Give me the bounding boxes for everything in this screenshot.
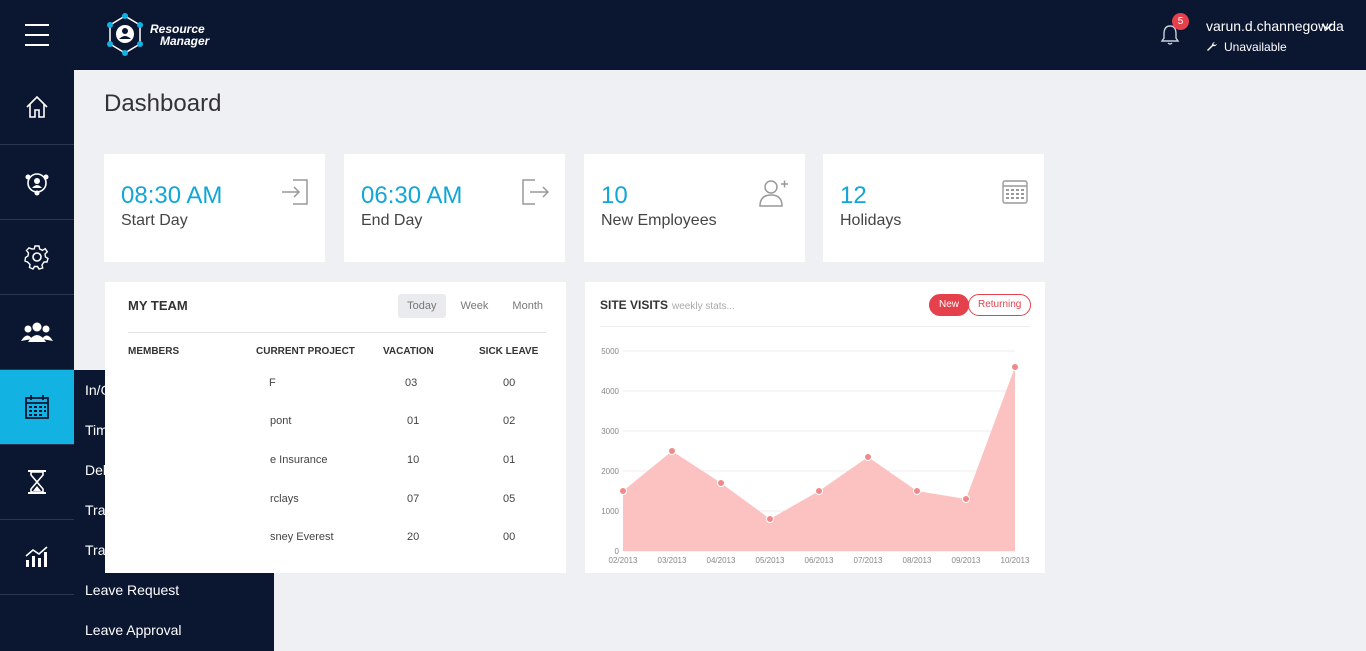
data-point xyxy=(864,453,872,461)
data-point xyxy=(1011,363,1019,371)
cell-project: sney Everest xyxy=(270,531,334,543)
cell-project: pont xyxy=(270,415,292,427)
column-header-vacation: VACATION xyxy=(383,346,434,357)
y-tick-label: 3000 xyxy=(601,427,619,436)
sidebar-item-analytics[interactable] xyxy=(0,520,74,595)
stat-card-end-day: 06:30 AM End Day xyxy=(344,154,565,262)
notification-count-badge: 5 xyxy=(1172,13,1189,30)
x-tick-label: 08/2013 xyxy=(903,556,932,565)
data-point xyxy=(766,515,774,523)
calendar-icon xyxy=(25,395,49,419)
y-tick-label: 4000 xyxy=(601,387,619,396)
hourglass-icon xyxy=(28,470,46,494)
data-point xyxy=(913,487,921,495)
team-title: MY TEAM xyxy=(128,298,188,313)
cell-vacation: 01 xyxy=(407,415,420,427)
stat-card-start-day: 08:30 AM Start Day xyxy=(104,154,325,262)
people-group-icon xyxy=(21,322,53,342)
wrench-icon xyxy=(1207,42,1217,51)
add-user-icon xyxy=(759,180,788,207)
app-logo[interactable]: Resource Manager xyxy=(104,12,209,58)
data-point xyxy=(815,487,823,495)
logo-line-2: Manager xyxy=(160,34,210,48)
calendar-icon xyxy=(1002,180,1028,204)
cell-project: rclays xyxy=(270,493,299,505)
cell-sick: 02 xyxy=(503,415,516,427)
cell-vacation: 10 xyxy=(407,454,420,466)
tab-today[interactable]: Today xyxy=(398,294,446,318)
cell-sick: 00 xyxy=(503,377,516,389)
data-point xyxy=(717,479,725,487)
y-tick-label: 2000 xyxy=(601,467,619,476)
data-point xyxy=(962,495,970,503)
hamburger-menu-icon[interactable] xyxy=(0,0,74,70)
stat-card-holidays: 12 Holidays xyxy=(823,154,1044,262)
stat-label: End Day xyxy=(361,212,423,229)
logo-text: Resource Manager xyxy=(150,23,209,47)
cell-project: F xyxy=(269,377,276,389)
cell-project: e Insurance xyxy=(270,454,328,466)
x-tick-label: 06/2013 xyxy=(805,556,834,565)
stat-value: 08:30 AM xyxy=(121,182,223,209)
team-tabs: Today Week Month xyxy=(398,294,552,318)
stat-value: 12 xyxy=(840,182,867,209)
home-icon xyxy=(26,95,48,118)
cell-sick: 05 xyxy=(503,493,516,505)
sidebar-item-settings[interactable] xyxy=(0,220,74,295)
sidebar-item-hourglass[interactable] xyxy=(0,445,74,520)
resource-network-icon xyxy=(107,13,143,56)
stat-label: New Employees xyxy=(601,212,717,229)
series-area xyxy=(623,367,1015,551)
page-title: Dashboard xyxy=(104,90,222,117)
tab-week[interactable]: Week xyxy=(452,294,498,318)
user-status: Unavailable xyxy=(1206,40,1287,54)
flyout-item-leave-request[interactable]: Leave Request xyxy=(74,570,274,610)
stat-label: Holidays xyxy=(840,212,902,229)
site-visits-chart: 0 1000 2000 3000 4000 5000 02/2013 03/2013 04/20… xyxy=(601,347,1030,565)
sidebar-item-calendar[interactable] xyxy=(0,370,74,445)
gear-icon xyxy=(24,245,49,270)
x-tick-label: 07/2013 xyxy=(854,556,883,565)
x-tick-label: 02/2013 xyxy=(609,556,638,565)
cell-sick: 00 xyxy=(503,531,516,543)
sidebar-item-team-network[interactable] xyxy=(0,145,74,220)
y-tick-label: 5000 xyxy=(601,347,619,356)
my-team-panel: MY TEAM Today Week Month MEMBERS CURRENT… xyxy=(105,282,566,573)
stat-value: 06:30 AM xyxy=(361,182,463,209)
x-tick-label: 05/2013 xyxy=(756,556,785,565)
sign-out-icon xyxy=(522,179,549,205)
stat-value: 10 xyxy=(601,182,628,209)
x-tick-label: 10/2013 xyxy=(1001,556,1030,565)
data-point xyxy=(668,447,676,455)
x-tick-label: 03/2013 xyxy=(658,556,687,565)
stat-card-new-employees: 10 New Employees xyxy=(584,154,805,262)
team-network-icon xyxy=(25,173,49,196)
cell-sick: 01 xyxy=(503,454,516,466)
sidebar xyxy=(0,70,74,651)
tab-month[interactable]: Month xyxy=(503,294,552,318)
data-point xyxy=(619,487,627,495)
sign-in-icon xyxy=(282,179,308,205)
chevron-down-icon[interactable] xyxy=(1320,22,1334,32)
sidebar-item-home[interactable] xyxy=(0,70,74,145)
user-status-label: Unavailable xyxy=(1224,40,1287,54)
sidebar-item-people[interactable] xyxy=(0,295,74,370)
y-tick-label: 0 xyxy=(615,547,620,556)
x-tick-label: 09/2013 xyxy=(952,556,981,565)
cell-vacation: 20 xyxy=(407,531,420,543)
column-header-members: MEMBERS xyxy=(128,346,180,357)
site-visits-panel: SITE VISITS weekly stats... New Returning… xyxy=(585,282,1045,573)
flyout-item-leave-approval[interactable]: Leave Approval xyxy=(74,610,274,650)
top-bar: Resource Manager 5 varun.d.channegowda U… xyxy=(0,0,1366,70)
analytics-icon xyxy=(25,546,48,567)
y-tick-label: 1000 xyxy=(601,507,619,516)
column-header-project: CURRENT PROJECT xyxy=(256,346,355,357)
cell-vacation: 03 xyxy=(405,377,418,389)
divider xyxy=(128,332,546,333)
column-header-sick-leave: SICK LEAVE xyxy=(479,346,539,357)
cell-vacation: 07 xyxy=(407,493,420,505)
x-tick-label: 04/2013 xyxy=(707,556,736,565)
stat-label: Start Day xyxy=(121,212,188,229)
